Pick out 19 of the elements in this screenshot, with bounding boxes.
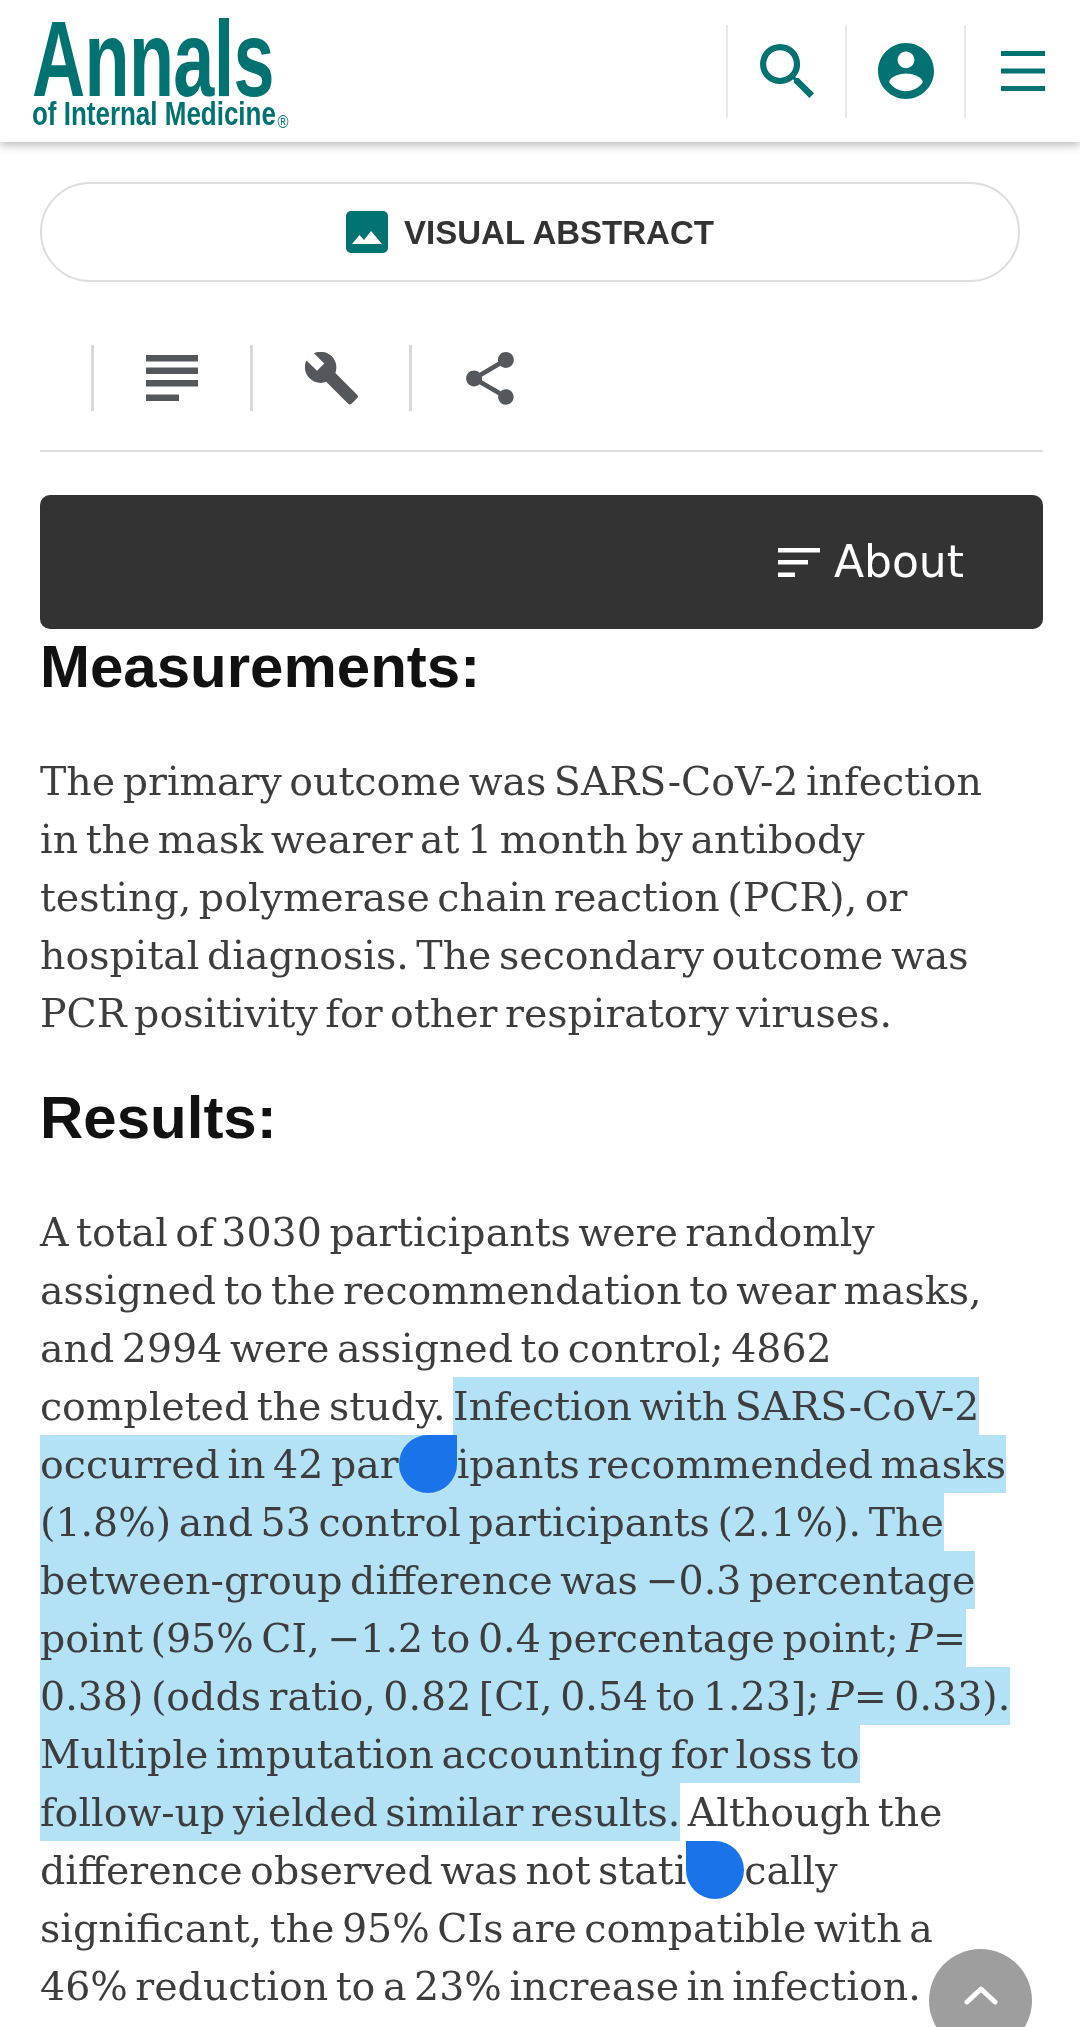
- search-icon[interactable]: [759, 44, 814, 98]
- sort-icon: [777, 547, 820, 577]
- image-icon: [346, 211, 389, 253]
- selection-handle-icon[interactable]: [686, 1841, 745, 1899]
- account-icon[interactable]: [877, 43, 934, 99]
- section-heading: Measurements:: [40, 632, 481, 701]
- logo-subtitle[interactable]: of Internal Medicine: [32, 99, 276, 130]
- scroll-to-top-button[interactable]: [929, 1949, 1032, 2027]
- registered-mark: ®: [277, 112, 289, 132]
- chevron-up-icon: [963, 1985, 998, 2005]
- share-icon[interactable]: [466, 351, 514, 405]
- section-heading: Results:: [40, 1083, 277, 1152]
- section-paragraph: The primary outcome was SARS-CoV-2 infection in the mask wearer at 1 month by antibody testing, polymerase chain reaction (PCR), or hospital diagnosis. The secondary outcome was PCR positivity for other respiratory viruses.: [40, 757, 983, 1038]
- menu-icon[interactable]: [1001, 51, 1045, 91]
- section-menu-button[interactable]: About: [40, 495, 1043, 629]
- wrench-icon[interactable]: [304, 351, 358, 405]
- text-lines-icon[interactable]: [146, 355, 198, 401]
- visual-abstract-button[interactable]: VISUAL ABSTRACT: [40, 182, 1020, 282]
- selection-handle-icon[interactable]: [398, 1435, 457, 1493]
